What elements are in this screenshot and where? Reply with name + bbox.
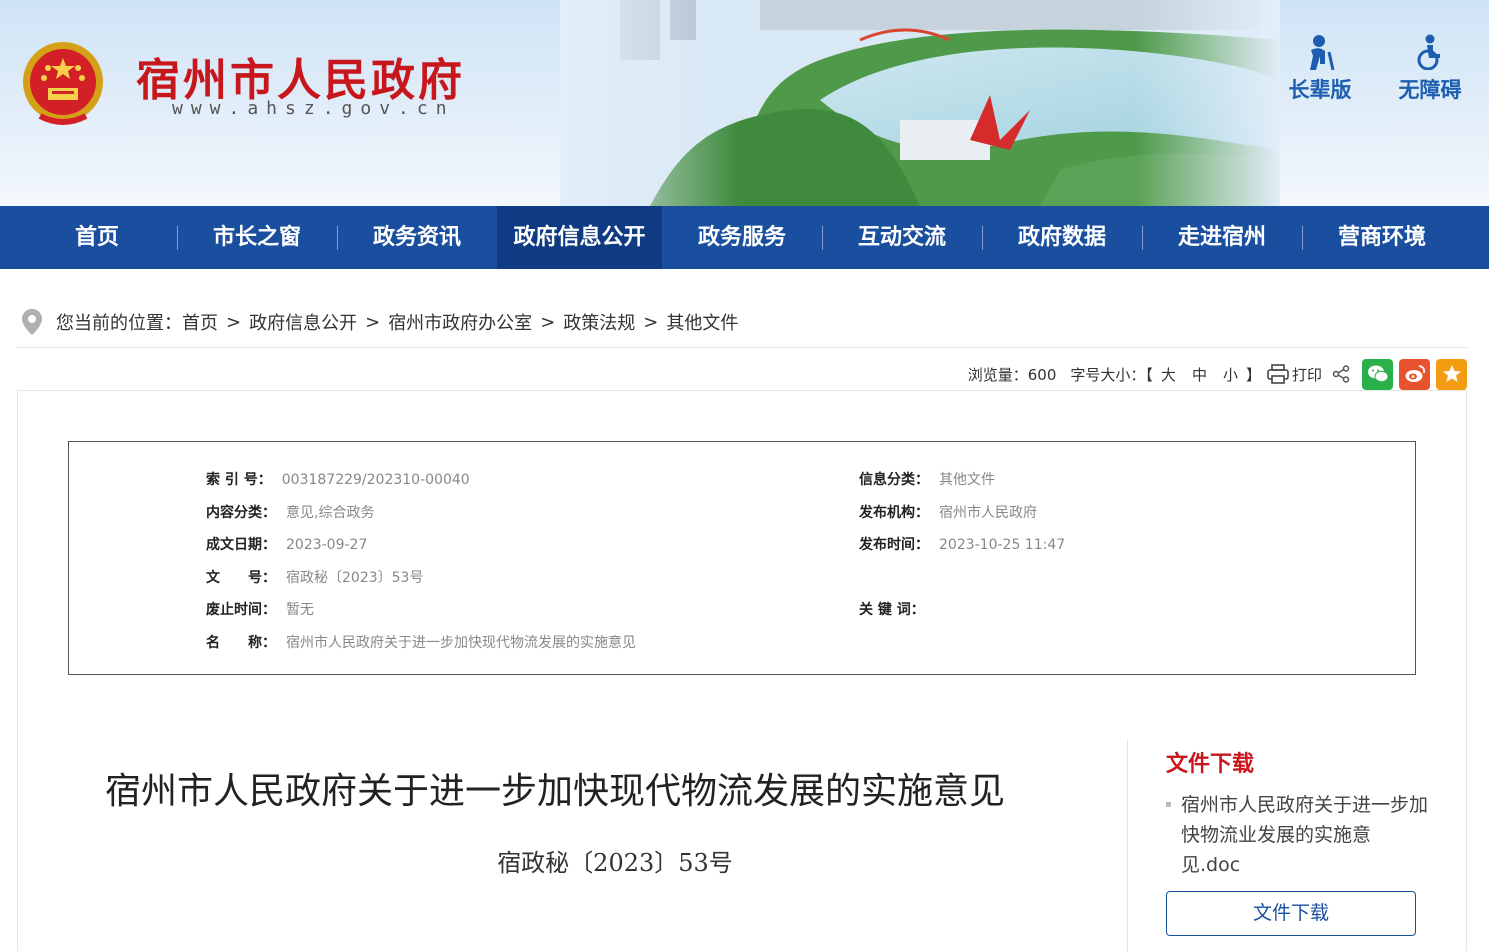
meta-index-no-label: 索 引 号： — [206, 472, 272, 488]
meta-published-time: 发布时间： 2023-10-25 11:47 — [859, 534, 1065, 554]
meta-name: 名 称： 宿州市人民政府关于进一步加快现代物流发展的实施意见 — [206, 632, 636, 652]
meta-content-type-label: 内容分类： — [206, 505, 276, 521]
print-button[interactable]: 打印 — [1267, 364, 1322, 385]
breadcrumb-gov-office[interactable]: 宿州市政府办公室 — [388, 309, 532, 335]
elder-mode-button[interactable]: 长辈版 — [1280, 34, 1360, 104]
meta-category-label: 信息分类： — [859, 472, 929, 488]
breadcrumb-separator: > — [226, 311, 242, 333]
meta-published-label: 发布时间： — [859, 537, 929, 553]
weibo-icon — [1405, 365, 1425, 382]
bracket-close: 】 — [1245, 365, 1261, 384]
meta-publisher-value: 宿州市人民政府 — [939, 505, 1037, 521]
nav-item-home[interactable]: 首页 — [17, 206, 177, 269]
breadcrumb: 您当前的位置： 首页 > 政府信息公开 > 宿州市政府办公室 > 政策法规 > … — [22, 307, 738, 337]
breadcrumb-separator: > — [365, 311, 381, 333]
meta-category: 信息分类： 其他文件 — [859, 469, 995, 489]
nav-item-about-suzhou[interactable]: 走进宿州 — [1142, 206, 1302, 269]
meta-expire-label: 废止时间： — [206, 602, 276, 618]
breadcrumb-info-disclosure[interactable]: 政府信息公开 — [249, 309, 357, 335]
accessibility-label: 无障碍 — [1398, 78, 1462, 102]
favorite-button[interactable] — [1436, 358, 1467, 390]
meta-name-value: 宿州市人民政府关于进一步加快现代物流发展的实施意见 — [286, 635, 636, 651]
breadcrumb-prefix: 您当前的位置： — [56, 313, 182, 334]
view-count: 浏览量：600 — [967, 365, 1057, 384]
star-icon — [1442, 365, 1461, 382]
site-url: www.ahsz.gov.cn — [172, 98, 455, 119]
meta-name-label: 名 称： — [206, 635, 276, 651]
print-label: 打印 — [1291, 365, 1322, 384]
header-banner: 宿州市人民政府 www.ahsz.gov.cn 长辈版 无障碍 — [0, 0, 1489, 206]
nav-item-business[interactable]: 营商环境 — [1302, 206, 1462, 269]
elder-mode-label: 长辈版 — [1288, 78, 1352, 102]
meta-doc-no-value: 宿政秘〔2023〕53号 — [286, 570, 424, 586]
meta-keywords-label: 关 键 词： — [859, 602, 925, 618]
nav-item-data[interactable]: 政府数据 — [982, 206, 1142, 269]
font-size-large[interactable]: 大 — [1161, 366, 1176, 384]
meta-index-no: 索 引 号： 003187229/202310-00040 — [206, 469, 470, 489]
article-toolbar: 浏览量：600 字号大小：【大中小】 打印 — [954, 358, 1467, 390]
download-file-link[interactable]: 宿州市人民政府关于进一步加快物流业发展的实施意见.doc — [1166, 790, 1428, 880]
meta-expire-value: 暂无 — [286, 602, 314, 618]
city-landscape-image — [560, 0, 1280, 206]
document-number: 宿政秘〔2023〕53号 — [497, 849, 733, 877]
accessibility-button[interactable]: 无障碍 — [1390, 34, 1470, 104]
breadcrumb-policies[interactable]: 政策法规 — [563, 309, 635, 335]
accessibility-icon — [1417, 34, 1440, 70]
meta-publisher-label: 发布机构： — [859, 505, 929, 521]
font-size-label: 字号大小： — [1070, 365, 1146, 384]
breadcrumb-separator: > — [643, 311, 659, 333]
wechat-icon — [1367, 365, 1388, 383]
font-size-small[interactable]: 小 — [1223, 366, 1238, 384]
meta-keywords: 关 键 词： — [859, 599, 925, 619]
meta-published-value: 2023-10-25 11:47 — [939, 537, 1066, 553]
meta-expire: 废止时间： 暂无 — [206, 599, 314, 619]
font-size-medium[interactable]: 中 — [1192, 366, 1207, 384]
elder-icon — [1310, 35, 1335, 70]
meta-category-value: 其他文件 — [939, 472, 995, 488]
meta-publisher: 发布机构： 宿州市人民政府 — [859, 502, 1037, 522]
sidebar-divider — [1127, 740, 1128, 951]
nav-item-interaction[interactable]: 互动交流 — [822, 206, 982, 269]
nav-item-services[interactable]: 政务服务 — [662, 206, 822, 269]
meta-index-no-value: 003187229/202310-00040 — [281, 472, 470, 488]
meta-created-date: 成文日期： 2023-09-27 — [206, 534, 367, 554]
main-nav: 首页 市长之窗 政务资讯 政府信息公开 政务服务 互动交流 政府数据 走进宿州 … — [0, 206, 1489, 269]
breadcrumb-other-docs[interactable]: 其他文件 — [666, 309, 738, 335]
printer-icon — [1267, 364, 1289, 384]
meta-content-type: 内容分类： 意见,综合政务 — [206, 502, 374, 522]
document-title: 宿州市人民政府关于进一步加快现代物流发展的实施意见 — [104, 771, 1005, 812]
font-size-control: 字号大小：【大中小】 — [1070, 364, 1261, 385]
nav-item-mayor[interactable]: 市长之窗 — [177, 206, 337, 269]
meta-doc-no: 文 号： 宿政秘〔2023〕53号 — [206, 567, 423, 587]
meta-created-label: 成文日期： — [206, 537, 276, 553]
bracket-open: 【 — [1145, 365, 1153, 384]
document-metadata: 索 引 号： 003187229/202310-00040 信息分类： 其他文件 内… — [68, 441, 1416, 675]
download-button[interactable]: 文件下载 — [1166, 891, 1416, 936]
breadcrumb-home[interactable]: 首页 — [182, 309, 218, 335]
weibo-share-button[interactable] — [1399, 358, 1430, 390]
nav-item-info-disclosure[interactable]: 政府信息公开 — [497, 206, 662, 269]
national-emblem-icon — [23, 42, 103, 125]
wechat-share-button[interactable] — [1362, 358, 1393, 390]
meta-content-type-value: 意见,综合政务 — [286, 505, 375, 521]
meta-created-value: 2023-09-27 — [286, 537, 368, 553]
breadcrumb-separator: > — [540, 311, 556, 333]
nav-item-news[interactable]: 政务资讯 — [337, 206, 497, 269]
download-section-title: 文件下载 — [1166, 752, 1255, 777]
meta-doc-no-label: 文 号： — [206, 570, 276, 586]
share-icon[interactable] — [1332, 365, 1350, 383]
location-pin-icon — [22, 309, 42, 335]
breadcrumb-divider — [17, 347, 1467, 348]
